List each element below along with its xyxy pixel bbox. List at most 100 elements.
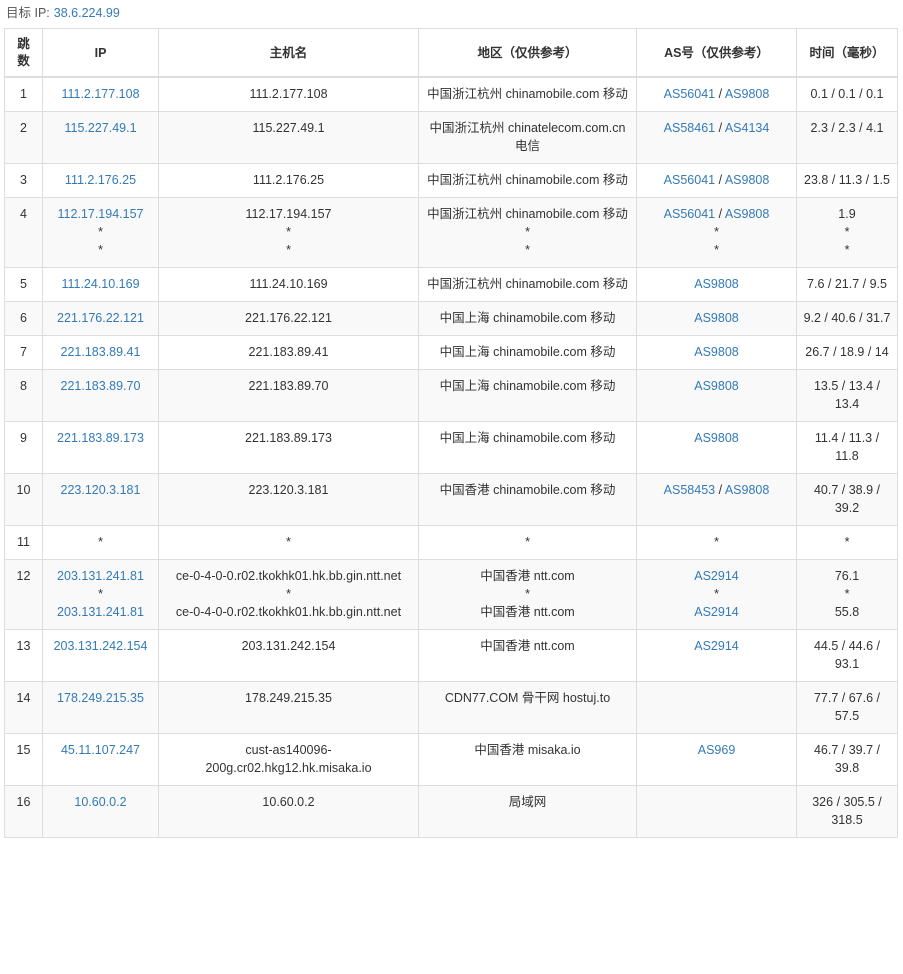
as-link[interactable]: AS9808: [694, 277, 738, 291]
region-text: 中国上海 chinamobile.com 移动: [439, 345, 616, 359]
ip-cell: 221.176.22.121: [42, 301, 159, 336]
hostname-cell: 115.227.49.1: [158, 111, 419, 164]
ip-link[interactable]: 203.131.242.154: [49, 637, 152, 655]
ip-link[interactable]: 221.183.89.70: [49, 377, 152, 395]
hostname-text: 221.183.89.70: [248, 379, 329, 393]
ip-link[interactable]: 178.249.215.35: [49, 689, 152, 707]
hostname-text: ce-0-4-0-0.r02.tkokhk01.hk.bb.gin.ntt.ne…: [175, 605, 402, 619]
as-link[interactable]: AS2914: [694, 569, 738, 583]
as-separator: /: [715, 87, 725, 101]
hostname-cell: 178.249.215.35: [158, 681, 419, 734]
ip-link[interactable]: 115.227.49.1: [49, 119, 152, 137]
ip-link[interactable]: 111.24.10.169: [49, 275, 152, 293]
ip-link[interactable]: 10.60.0.2: [49, 793, 152, 811]
table-header-row: 跳 数 IP 主机名 地区（仅供参考） AS号（仅供参考） 时间（毫秒）: [4, 28, 898, 78]
table-row: 7 221.183.89.41 221.183.89.41 中国上海 chinamob…: [4, 335, 898, 370]
ip-placeholder: *: [98, 243, 103, 257]
time-cell: 40.7 / 38.9 / 39.2: [796, 473, 898, 526]
ip-link[interactable]: 221.183.89.173: [49, 429, 152, 447]
region-cell: CDN77.COM 骨干网 hostuj.to: [418, 681, 637, 734]
as-link[interactable]: AS58453: [664, 483, 715, 497]
time-cell: 0.1 / 0.1 / 0.1: [796, 76, 898, 112]
as-link[interactable]: AS969: [698, 743, 736, 757]
as-separator: /: [715, 207, 725, 221]
as-link[interactable]: AS9808: [694, 311, 738, 325]
table-row: 12 203.131.241.81 * 203.131.241.81 ce-0-4-0-…: [4, 559, 898, 630]
as-link[interactable]: AS9808: [725, 483, 769, 497]
region-text: 中国香港 ntt.com: [480, 569, 575, 583]
hop-number: 14: [4, 681, 43, 734]
region-text: 中国浙江杭州 chinamobile.com 移动: [427, 173, 628, 187]
ip-link[interactable]: 221.176.22.121: [49, 309, 152, 327]
time-text: 26.7 / 18.9 / 14: [805, 345, 889, 359]
table-row: 14 178.249.215.35 178.249.215.35 CDN77.COM …: [4, 681, 898, 734]
time-text: 76.1: [834, 569, 860, 583]
time-text: 40.7 / 38.9 / 39.2: [813, 483, 881, 515]
region-text: 局域网: [508, 795, 547, 809]
ip-placeholder: *: [98, 225, 103, 239]
ip-link[interactable]: 45.11.107.247: [49, 741, 152, 759]
ip-link[interactable]: 221.183.89.41: [49, 343, 152, 361]
time-text: 2.3 / 2.3 / 4.1: [810, 121, 884, 135]
ip-cell: *: [42, 525, 159, 560]
hostname-text: *: [286, 225, 291, 239]
hostname-text: 111.2.176.25: [252, 173, 325, 187]
as-cell: AS2914 * AS2914: [636, 559, 797, 630]
header-time: 时间（毫秒）: [796, 28, 898, 78]
as-link[interactable]: AS56041: [664, 207, 715, 221]
as-link[interactable]: AS58461: [664, 121, 715, 135]
ip-link[interactable]: 111.2.176.25: [49, 171, 152, 189]
as-cell: AS56041 / AS9808: [636, 163, 797, 198]
hostname-text: *: [286, 535, 291, 549]
hostname-text: 221.183.89.41: [248, 345, 329, 359]
ip-cell: 111.24.10.169: [42, 267, 159, 302]
as-cell: AS56041 / AS9808 * *: [636, 197, 797, 268]
as-link[interactable]: AS9808: [725, 87, 769, 101]
as-link[interactable]: AS9808: [694, 379, 738, 393]
hop-number: 6: [4, 301, 43, 336]
table-row: 2 115.227.49.1 115.227.49.1 中国浙江杭州 chinatel…: [4, 111, 898, 164]
time-cell: 76.1 * 55.8: [796, 559, 898, 630]
as-cell: AS2914: [636, 629, 797, 682]
ip-link[interactable]: 203.131.241.81: [49, 567, 152, 585]
as-link[interactable]: AS56041: [664, 173, 715, 187]
ip-link[interactable]: 111.2.177.108: [49, 85, 152, 103]
as-link[interactable]: AS56041: [664, 87, 715, 101]
ip-link[interactable]: 112.17.194.157: [49, 205, 152, 223]
region-text: 中国香港 chinamobile.com 移动: [439, 483, 616, 497]
table-row: 8 221.183.89.70 221.183.89.70 中国上海 chinamob…: [4, 369, 898, 422]
as-placeholder: *: [714, 225, 719, 239]
hostname-text: 111.2.177.108: [249, 87, 328, 101]
region-text: 中国香港 ntt.com: [480, 639, 575, 653]
region-cell: 中国上海 chinamobile.com 移动: [418, 301, 637, 336]
as-link[interactable]: AS9808: [694, 345, 738, 359]
as-line: AS9808: [643, 309, 790, 327]
time-cell: *: [796, 525, 898, 560]
time-cell: 46.7 / 39.7 / 39.8: [796, 733, 898, 786]
as-line: AS9808: [643, 377, 790, 395]
ip-link[interactable]: 223.120.3.181: [49, 481, 152, 499]
time-text: *: [844, 225, 850, 239]
as-link[interactable]: AS2914: [694, 605, 738, 619]
as-line: AS2914: [643, 567, 790, 585]
hostname-cell: 112.17.194.157 * *: [158, 197, 419, 268]
target-ip-label: 目标 IP:: [6, 6, 50, 20]
as-link[interactable]: AS9808: [725, 207, 769, 221]
as-line: AS58461 / AS4134: [643, 119, 790, 137]
region-text: 中国浙江杭州 chinamobile.com 移动: [427, 277, 628, 291]
ip-cell: 203.131.242.154: [42, 629, 159, 682]
region-cell: 局域网: [418, 785, 637, 838]
as-link[interactable]: AS9808: [694, 431, 738, 445]
as-link[interactable]: AS4134: [725, 121, 769, 135]
hostname-text: 203.131.242.154: [241, 639, 336, 653]
table-row: 13 203.131.242.154 203.131.242.154 中国香港 ntt…: [4, 629, 898, 682]
ip-link[interactable]: 203.131.241.81: [49, 603, 152, 621]
region-cell: 中国香港 chinamobile.com 移动: [418, 473, 637, 526]
as-link[interactable]: AS2914: [694, 639, 738, 653]
hostname-text: 223.120.3.181: [248, 483, 329, 497]
region-text: 中国上海 chinamobile.com 移动: [439, 311, 616, 325]
hop-number: 7: [4, 335, 43, 370]
ip-cell: 45.11.107.247: [42, 733, 159, 786]
time-text: *: [844, 243, 850, 257]
as-link[interactable]: AS9808: [725, 173, 769, 187]
